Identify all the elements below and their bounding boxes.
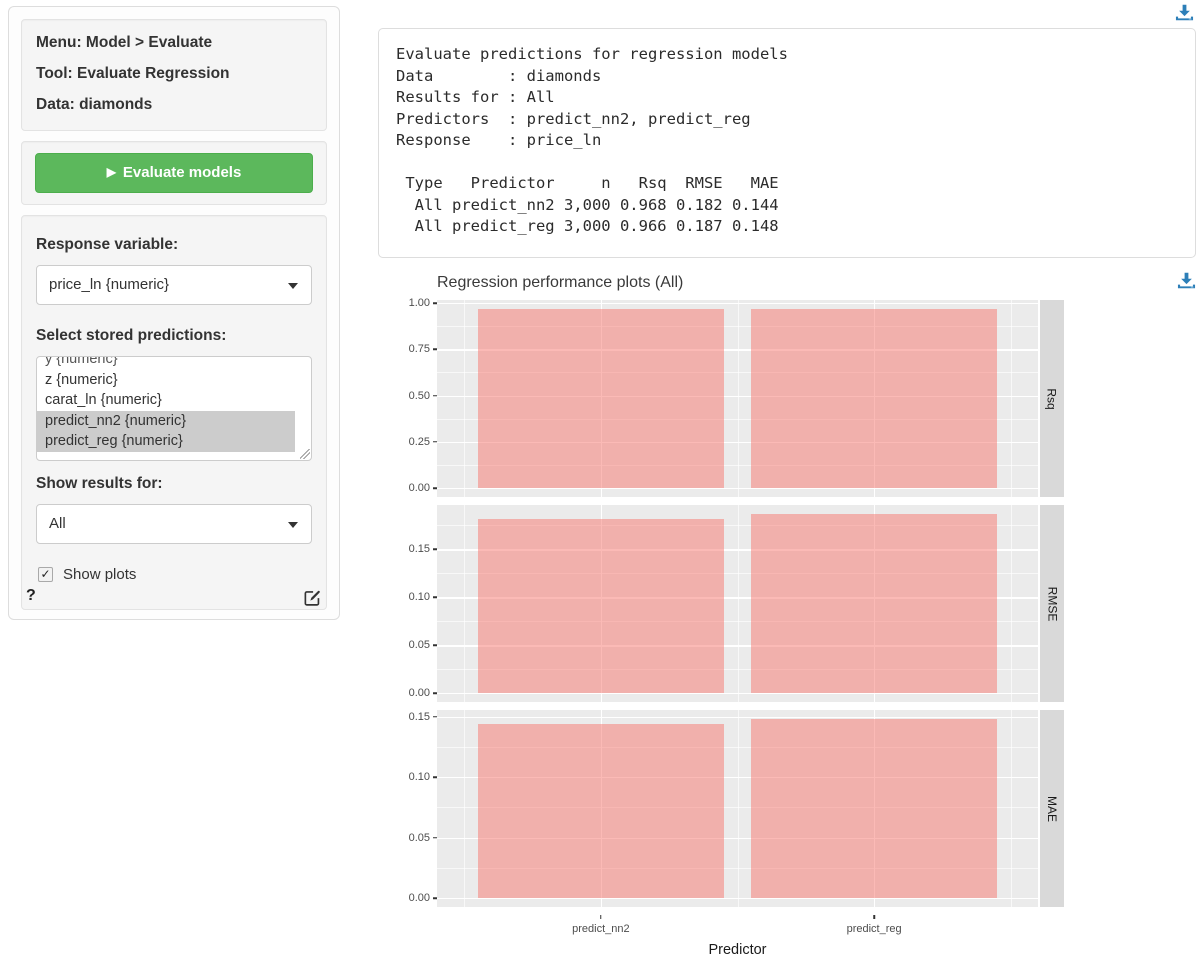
evaluate-models-button[interactable]: ▶ Evaluate models	[35, 153, 313, 193]
grid-line	[1011, 710, 1012, 907]
play-icon: ▶	[107, 165, 116, 179]
y-tick-label: 0.15	[409, 543, 430, 555]
list-option[interactable]: predict_reg {numeric}	[37, 431, 295, 452]
facet-strip-label: MAE	[1045, 795, 1059, 821]
facet-rmse: 0.00 0.05 0.10 0.15 RMSE	[396, 505, 1196, 702]
facet-strip: MAE	[1040, 710, 1064, 907]
plot-panel	[437, 505, 1038, 702]
y-axis: 0.00 0.05 0.10 0.15	[396, 710, 437, 907]
y-tick-label: 0.75	[409, 343, 430, 355]
evaluation-summary: Evaluate predictions for regression mode…	[378, 28, 1196, 258]
x-axis: predict_nn2 predict_reg Predictor	[396, 915, 1196, 967]
show-results-for-label: Show results for:	[36, 475, 312, 493]
menu-breadcrumb: Menu: Model > Evaluate	[36, 34, 312, 52]
controls-panel: Response variable: price_ln {numeric} Se…	[21, 215, 327, 610]
x-tick-mark	[873, 915, 875, 919]
facet-strip-label: RMSE	[1045, 586, 1059, 621]
grid-line	[437, 693, 1038, 694]
y-tick-label: 0.00	[409, 482, 430, 494]
sidebar-footer: ?	[21, 587, 327, 611]
bar-predict_reg-mae	[751, 719, 997, 898]
grid-line	[1011, 505, 1012, 702]
grid-line	[437, 898, 1038, 899]
response-variable-value: price_ln {numeric}	[49, 276, 169, 293]
plot-area: 0.00 0.25 0.50 0.75 1.00 Rsq 0.00 0.05 0.10 0.15 R…	[396, 300, 1196, 967]
facet-strip-label: Rsq	[1045, 388, 1059, 409]
grid-line	[437, 717, 1038, 718]
y-tick-label: 0.00	[409, 687, 430, 699]
grid-line	[738, 300, 739, 497]
list-option[interactable]: predict_nn2 {numeric}	[37, 411, 295, 432]
y-tick-label: 0.15	[409, 711, 430, 723]
bar-predict_nn2-rsq	[478, 309, 724, 488]
show-plots-checkbox[interactable]: ✓	[38, 567, 53, 582]
chevron-down-icon	[288, 283, 298, 289]
y-tick-label: 0.10	[409, 771, 430, 783]
facet-grid: 0.00 0.25 0.50 0.75 1.00 Rsq 0.00 0.05 0.10 0.15 R…	[396, 300, 1196, 907]
list-option[interactable]: z {numeric}	[37, 370, 295, 391]
grid-line	[1011, 300, 1012, 497]
plot-title: Regression performance plots (All)	[437, 270, 1196, 292]
grid-line	[464, 710, 465, 907]
show-plots-label[interactable]: Show plots	[63, 566, 136, 583]
bar-predict_reg-rsq	[751, 309, 997, 488]
tool-name: Tool: Evaluate Regression	[36, 65, 312, 83]
plot-panel	[437, 710, 1038, 907]
evaluate-models-label: Evaluate models	[123, 164, 241, 181]
list-option[interactable]: carat_ln {numeric}	[37, 390, 295, 411]
stored-predictions-label: Select stored predictions:	[36, 327, 312, 345]
bar-predict_nn2-rmse	[478, 519, 724, 693]
y-tick-label: 1.00	[409, 297, 430, 309]
y-tick-label: 0.25	[409, 436, 430, 448]
x-tick-label: predict_reg	[847, 923, 902, 935]
x-axis-title: Predictor	[708, 942, 766, 958]
facet-strip: RMSE	[1040, 505, 1064, 702]
x-tick-mark	[600, 915, 602, 919]
plot-panel	[437, 300, 1038, 497]
resize-handle-icon[interactable]	[300, 449, 310, 459]
y-tick-label: 0.50	[409, 390, 430, 402]
y-axis: 0.00 0.25 0.50 0.75 1.00	[396, 300, 437, 497]
dataset-name: Data: diamonds	[36, 96, 312, 114]
y-tick-label: 0.05	[409, 639, 430, 651]
y-tick-label: 0.05	[409, 832, 430, 844]
y-tick-label: 0.00	[409, 892, 430, 904]
main-output: Evaluate predictions for regression mode…	[378, 0, 1196, 967]
stored-predictions-list[interactable]: y {numeric}z {numeric}carat_ln {numeric}…	[36, 356, 312, 461]
grid-line	[738, 505, 739, 702]
x-tick-label: predict_nn2	[572, 923, 630, 935]
grid-line	[437, 488, 1038, 489]
show-plots-row: ✓ Show plots	[38, 566, 312, 583]
download-summary-icon[interactable]	[1175, 4, 1194, 26]
response-variable-select[interactable]: price_ln {numeric}	[36, 265, 312, 305]
list-option[interactable]: y {numeric}	[37, 356, 295, 370]
grid-line	[464, 505, 465, 702]
context-panel: Menu: Model > Evaluate Tool: Evaluate Re…	[21, 19, 327, 131]
sidebar: Menu: Model > Evaluate Tool: Evaluate Re…	[8, 6, 340, 620]
download-plot-icon[interactable]	[1177, 272, 1196, 294]
facet-rsq: 0.00 0.25 0.50 0.75 1.00 Rsq	[396, 300, 1196, 497]
grid-line	[464, 300, 465, 497]
chevron-down-icon	[288, 522, 298, 528]
y-tick-label: 0.10	[409, 591, 430, 603]
grid-line	[738, 710, 739, 907]
response-variable-label: Response variable:	[36, 236, 312, 254]
bar-predict_reg-rmse	[751, 514, 997, 693]
edit-report-icon[interactable]	[303, 588, 322, 612]
y-axis: 0.00 0.05 0.10 0.15	[396, 505, 437, 702]
facet-strip: Rsq	[1040, 300, 1064, 497]
help-link[interactable]: ?	[26, 587, 36, 605]
show-results-for-value: All	[49, 515, 66, 532]
grid-line	[437, 303, 1038, 304]
facet-mae: 0.00 0.05 0.10 0.15 MAE	[396, 710, 1196, 907]
bar-predict_nn2-mae	[478, 724, 724, 898]
plot-block: Regression performance plots (All) 0.000…	[378, 270, 1196, 967]
evaluate-panel: ▶ Evaluate models	[21, 141, 327, 205]
show-results-for-select[interactable]: All	[36, 504, 312, 544]
